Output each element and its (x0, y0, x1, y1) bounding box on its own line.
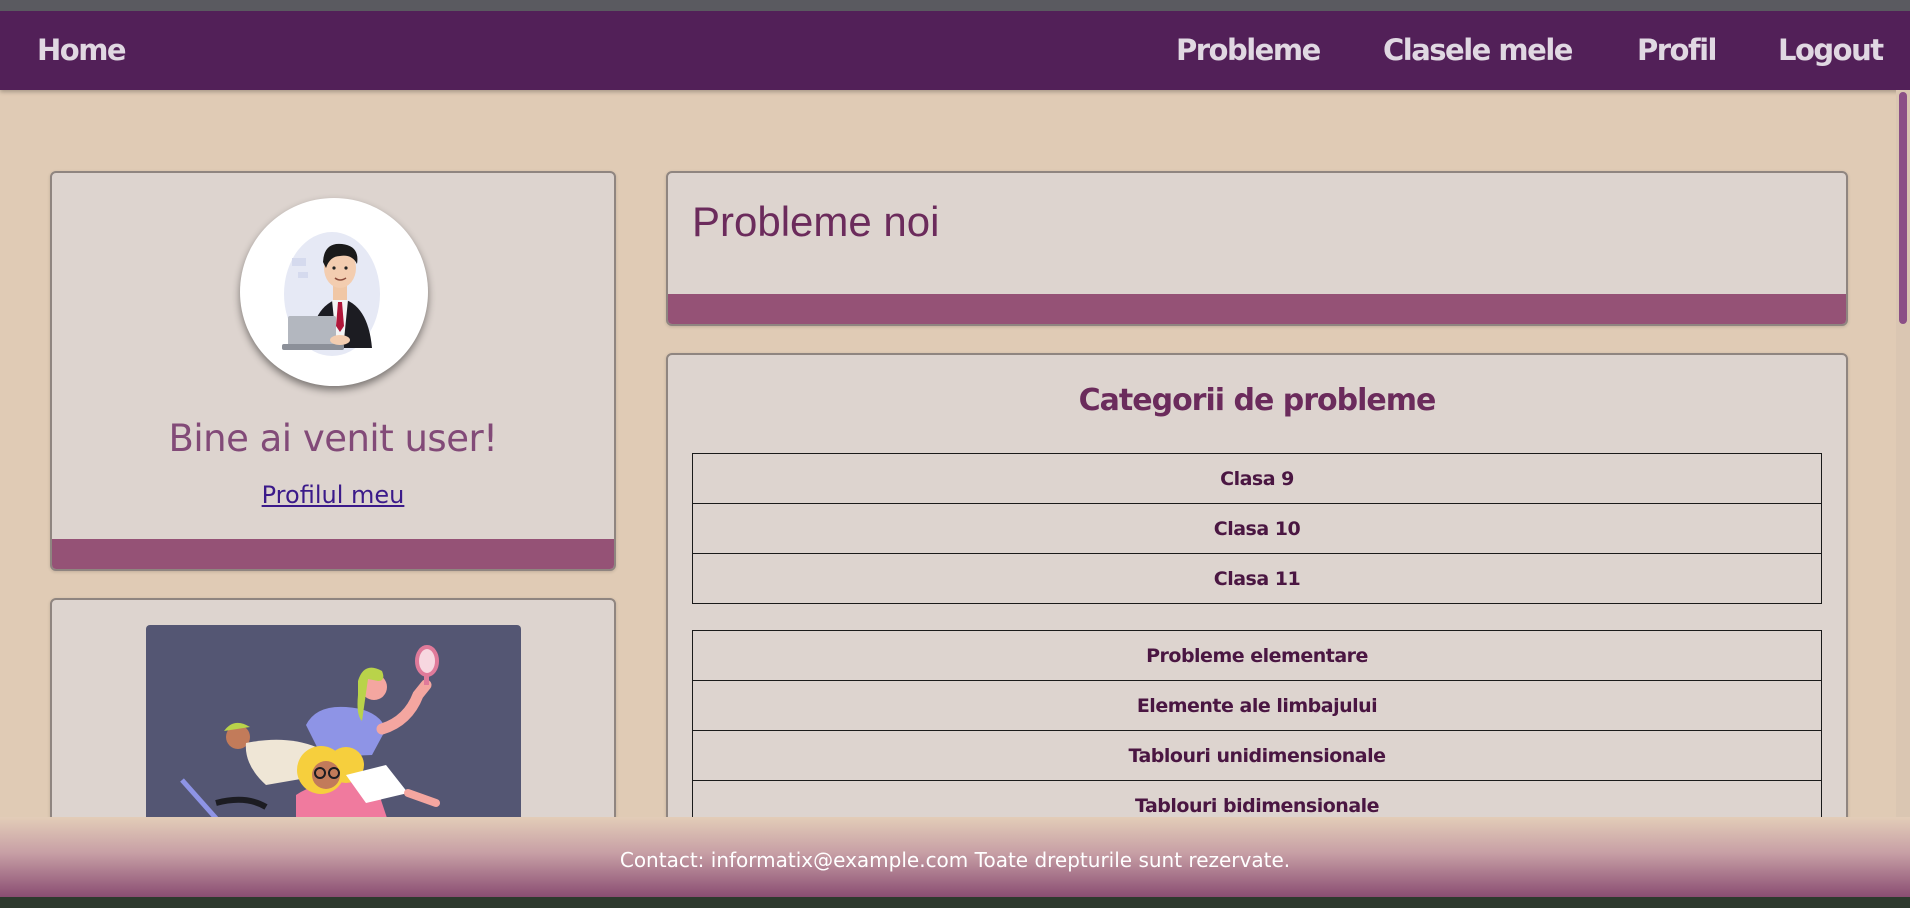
page-scrollbar-thumb[interactable] (1899, 92, 1907, 324)
card-footer-bar (52, 539, 614, 569)
nav-home-link[interactable]: Home (37, 33, 127, 67)
new-problems-title: Probleme noi (692, 198, 940, 245)
nav-profil-link[interactable]: Profil (1637, 33, 1717, 67)
nav-probleme-link[interactable]: Probleme (1176, 33, 1321, 67)
welcome-card: Bine ai venit user! Profilul meu (50, 171, 616, 571)
card-footer-bar (668, 294, 1846, 324)
user-avatar (240, 198, 428, 386)
page-footer: Contact: informatix@example.com Toate dr… (0, 817, 1910, 897)
window-bottom-edge (0, 897, 1910, 908)
nav-clasele-mele-link[interactable]: Clasele mele (1383, 33, 1573, 67)
categories-title: Categorii de probleme (1078, 383, 1437, 418)
people-searching-icon (180, 645, 440, 845)
welcome-message: Bine ai venit user! (168, 417, 498, 460)
class-category-list: Clasa 9 Clasa 10 Clasa 11 (692, 453, 1822, 604)
category-elemente-limbaj[interactable]: Elemente ale limbajului (692, 680, 1822, 731)
category-clasa-9[interactable]: Clasa 9 (692, 453, 1822, 504)
new-problems-card: Probleme noi (666, 171, 1848, 326)
topic-category-list: Probleme elementare Elemente ale limbaju… (692, 630, 1822, 831)
category-clasa-11[interactable]: Clasa 11 (692, 553, 1822, 604)
category-clasa-10[interactable]: Clasa 10 (692, 503, 1822, 554)
businessman-laptop-icon (282, 232, 380, 356)
my-profile-link[interactable]: Profilul meu (52, 481, 614, 509)
team-illustration (146, 625, 521, 845)
browser-viewport: Home Probleme Clasele mele Profil Logout (0, 11, 1910, 897)
footer-contact-text: Contact: informatix@example.com Toate dr… (619, 848, 1291, 872)
categories-card: Categorii de probleme Clasa 9 Clasa 10 C… (666, 353, 1848, 897)
category-tablouri-unidimensionale[interactable]: Tablouri unidimensionale (692, 730, 1822, 781)
top-navbar: Home Probleme Clasele mele Profil Logout (0, 11, 1910, 90)
category-probleme-elementare[interactable]: Probleme elementare (692, 630, 1822, 681)
nav-logout-link[interactable]: Logout (1778, 33, 1884, 67)
